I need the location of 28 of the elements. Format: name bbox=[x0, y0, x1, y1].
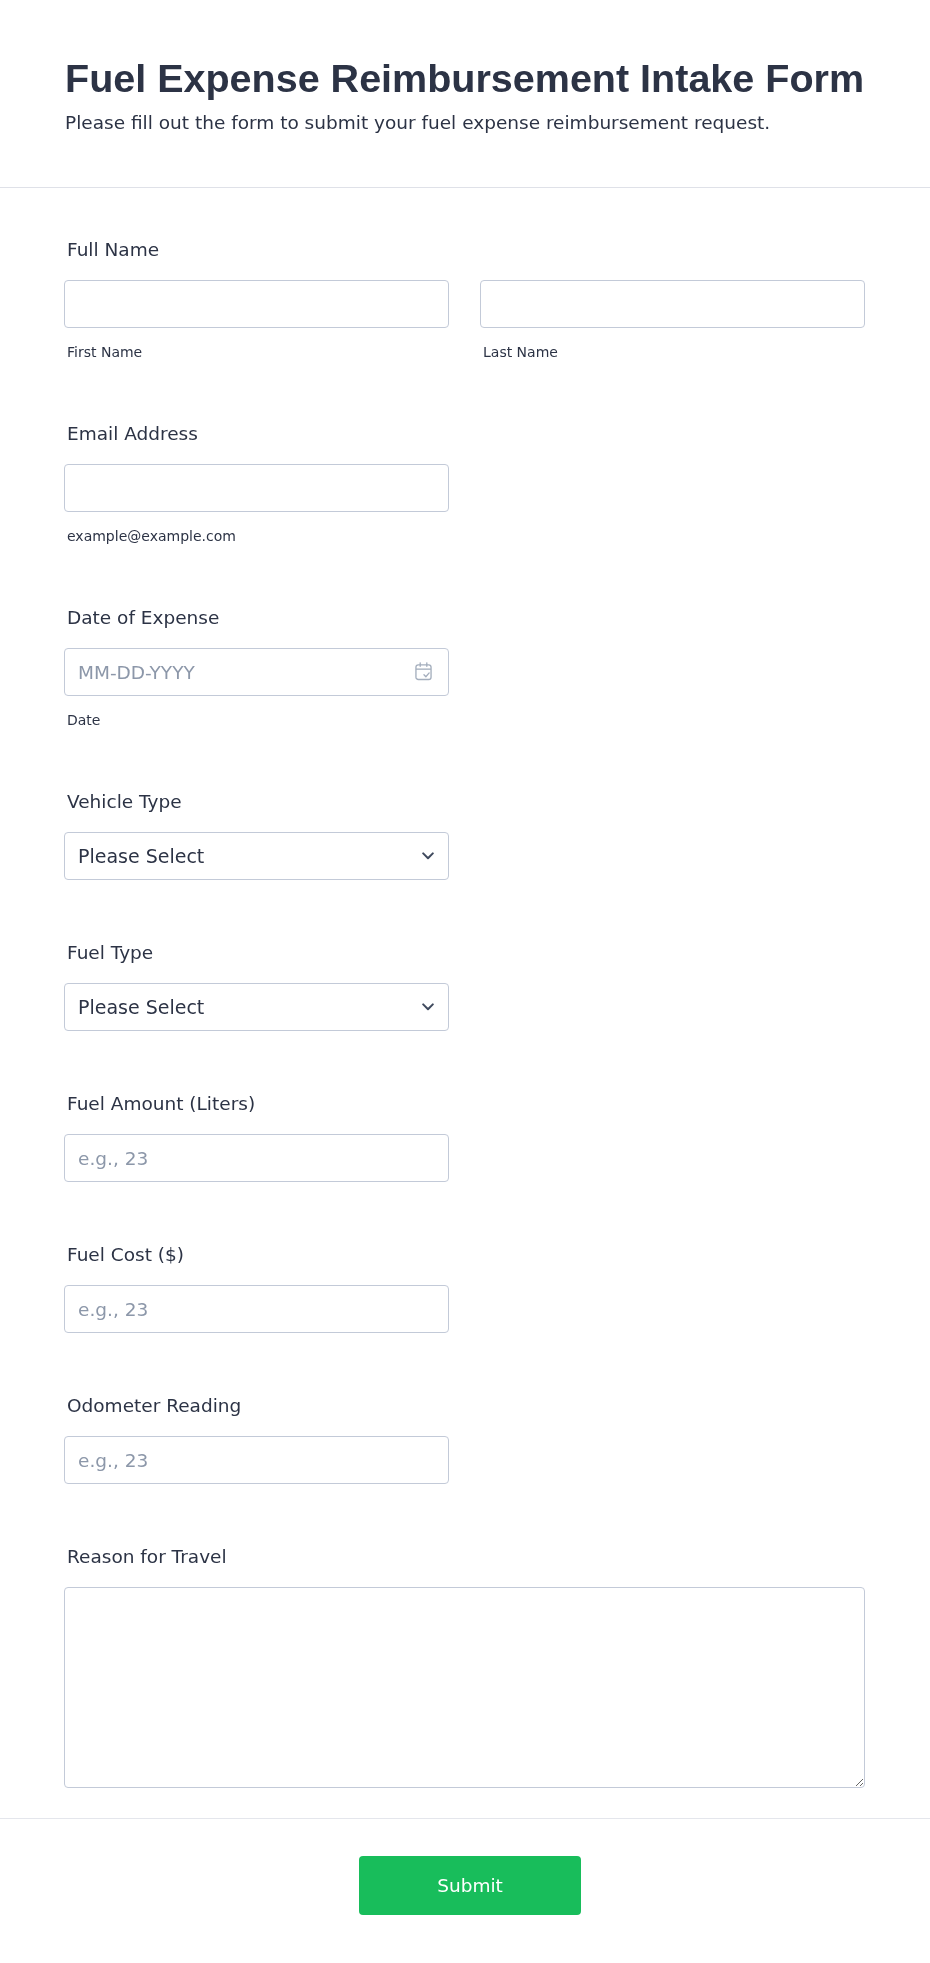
form-description: Please fill out the form to submit your fuel expense reimbursement request. bbox=[65, 111, 772, 135]
chevron-down-icon bbox=[422, 1003, 434, 1011]
input-field[interactable] bbox=[64, 464, 449, 512]
chevron-down-icon bbox=[422, 852, 434, 860]
field-label: Email Address bbox=[66, 422, 198, 446]
date-field[interactable]: MM-DD-YYYY bbox=[64, 648, 449, 696]
field-label: Reason for Travel bbox=[66, 1545, 227, 1569]
field-sublabel: example@example.com bbox=[66, 527, 236, 545]
input-field[interactable]: e.g., 23 bbox=[64, 1285, 449, 1333]
input-field[interactable]: e.g., 23 bbox=[64, 1134, 449, 1182]
field-label: Fuel Cost ($) bbox=[66, 1243, 184, 1267]
text-area[interactable] bbox=[64, 1587, 865, 1788]
field-label: Date of Expense bbox=[66, 606, 220, 630]
field-label: Odometer Reading bbox=[66, 1394, 242, 1418]
field-sublabel: Last Name bbox=[482, 343, 558, 361]
field-label: Full Name bbox=[66, 238, 160, 262]
field-label: Fuel Amount (Liters) bbox=[66, 1092, 256, 1116]
input-field[interactable]: e.g., 23 bbox=[64, 1436, 449, 1484]
dropdown[interactable]: Please Select bbox=[64, 983, 449, 1031]
field-label: Fuel Type bbox=[66, 941, 154, 965]
field-sublabel: First Name bbox=[66, 343, 143, 361]
field-label: Vehicle Type bbox=[66, 790, 182, 814]
form-title: Fuel Expense Reimbursement Intake Form bbox=[65, 56, 865, 100]
calendar-icon[interactable] bbox=[415, 662, 432, 681]
input-field[interactable] bbox=[64, 280, 449, 328]
input-field[interactable] bbox=[480, 280, 865, 328]
dropdown[interactable]: Please Select bbox=[64, 832, 449, 880]
field-sublabel: Date bbox=[66, 711, 101, 729]
